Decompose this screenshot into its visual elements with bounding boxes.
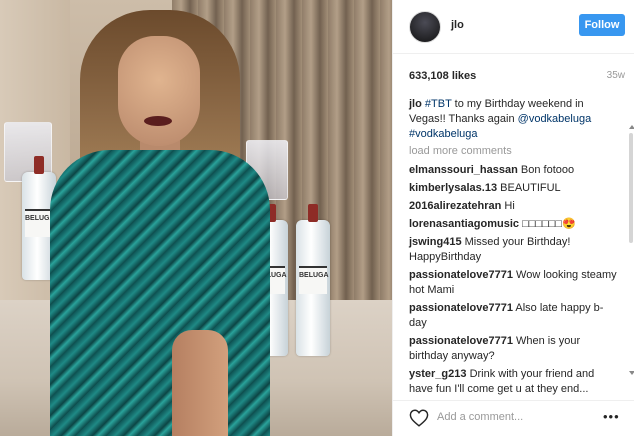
comment-username[interactable]: passionatelove7771 xyxy=(409,335,513,347)
bottle-cap xyxy=(308,204,318,222)
sequin-dress xyxy=(50,150,270,436)
scroll-down-icon[interactable] xyxy=(629,371,634,375)
comments-scrollbar[interactable] xyxy=(629,125,634,375)
comment-footer: Add a comment... ••• xyxy=(393,400,634,436)
comment-username[interactable]: passionatelove7771 xyxy=(409,269,513,281)
scroll-up-icon[interactable] xyxy=(629,125,634,129)
comment-username[interactable]: passionatelove7771 xyxy=(409,302,513,314)
comment-item: jswing415 Missed your Birthday! HappyBir… xyxy=(409,235,617,265)
heart-icon[interactable] xyxy=(409,409,429,427)
lips xyxy=(144,116,172,126)
person xyxy=(40,0,270,436)
leg xyxy=(172,330,228,436)
comment-username[interactable]: yster_g213 xyxy=(409,368,467,380)
instagram-post: BELUGA BELUGA BELUGA jlo Follow 633,108 … xyxy=(0,0,634,436)
face xyxy=(118,36,200,146)
post-username[interactable]: jlo xyxy=(451,19,464,31)
post-header: jlo Follow xyxy=(393,0,634,54)
comment-item: elmanssouri_hassan Bon fotooo xyxy=(409,163,617,178)
more-options-icon[interactable]: ••• xyxy=(603,409,620,424)
likes-count[interactable]: 633,108 likes xyxy=(409,70,476,82)
avatar[interactable] xyxy=(409,11,441,43)
comment-item: yster_g213 Drink with your friend and ha… xyxy=(409,367,617,397)
comment-username[interactable]: 2016alirezatehran xyxy=(409,200,501,212)
comment-text: □□□□□□😍 xyxy=(522,218,576,230)
post-photo[interactable]: BELUGA BELUGA BELUGA xyxy=(0,0,392,436)
caption-mention[interactable]: @vodkabeluga xyxy=(518,113,592,125)
post-caption: jlo #TBT to my Birthday weekend in Vegas… xyxy=(409,97,619,142)
scrollbar-thumb[interactable] xyxy=(629,133,633,243)
comment-username[interactable]: jswing415 xyxy=(409,236,462,248)
comment-username[interactable]: kimberlysalas.13 xyxy=(409,182,497,194)
caption-hashtag[interactable]: #vodkabeluga xyxy=(409,128,478,140)
add-comment-input[interactable]: Add a comment... xyxy=(437,411,523,423)
comment-item: passionatelove7771 When is your birthday… xyxy=(409,334,617,364)
comment-item: passionatelove7771 Wow looking steamy ho… xyxy=(409,268,617,298)
caption-hashtag[interactable]: #TBT xyxy=(425,98,452,110)
load-more-comments-link[interactable]: load more comments xyxy=(409,145,512,157)
post-timestamp[interactable]: 35w xyxy=(607,70,625,81)
bottle-label: BELUGA xyxy=(299,266,329,295)
comment-text: BEAUTIFUL xyxy=(500,182,561,194)
post-side-panel: jlo Follow 633,108 likes 35w jlo #TBT to… xyxy=(392,0,634,436)
comment-text: Bon fotooo xyxy=(520,164,575,176)
comment-item: 2016alirezatehran Hi xyxy=(409,199,617,214)
comment-item: passionatelove7771 Also late happy b-day xyxy=(409,301,617,331)
caption-username[interactable]: jlo xyxy=(409,98,422,110)
comment-username[interactable]: lorenasantiagomusic xyxy=(409,218,519,230)
comment-item: kimberlysalas.13 BEAUTIFUL xyxy=(409,181,617,196)
likes-row: 633,108 likes 35w xyxy=(409,70,625,82)
follow-button[interactable]: Follow xyxy=(579,14,625,36)
comment-username[interactable]: elmanssouri_hassan xyxy=(409,164,518,176)
comment-item: lorenasantiagomusic □□□□□□😍 xyxy=(409,217,617,232)
comment-text: Hi xyxy=(504,200,515,212)
comment-list: elmanssouri_hassan Bon fotooo kimberlysa… xyxy=(409,163,617,400)
vodka-bottle: BELUGA xyxy=(296,204,330,356)
